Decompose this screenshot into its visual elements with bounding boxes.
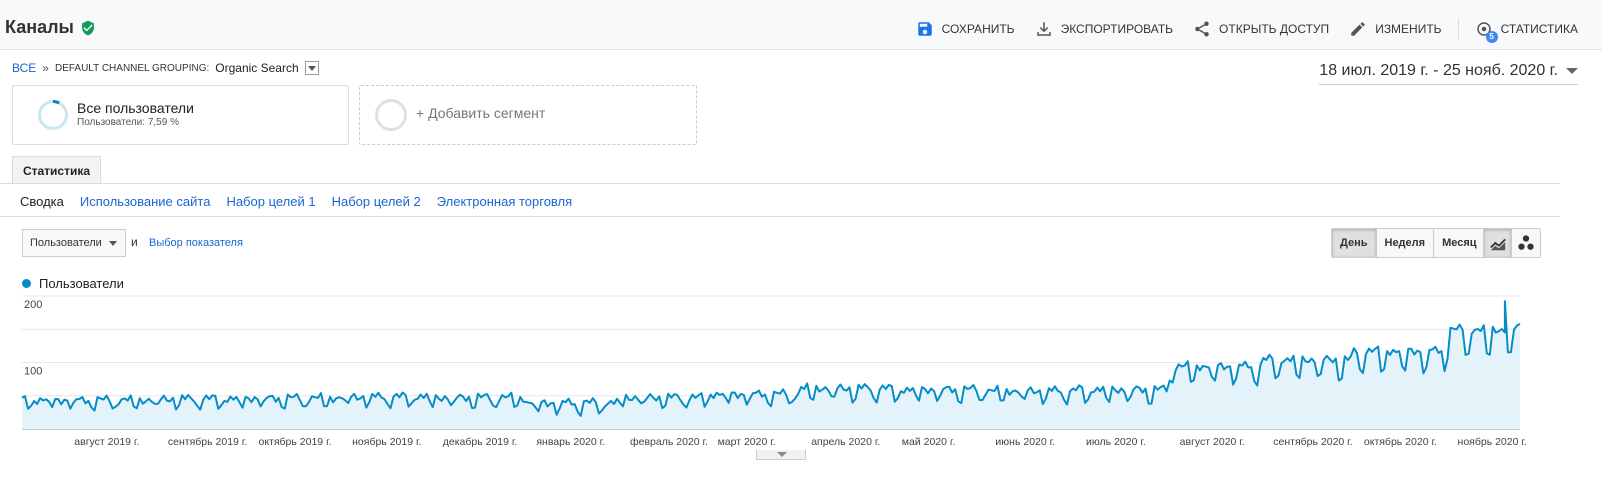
export-button[interactable]: ЭКСПОРТИРОВАТЬ bbox=[1035, 20, 1173, 38]
segment-ring-icon bbox=[38, 100, 68, 130]
segment-subtitle: Пользователи: 7,59 % bbox=[77, 117, 179, 128]
explorer-subnav: Сводка Использование сайта Набор целей 1… bbox=[20, 194, 572, 209]
subnav-ecommerce[interactable]: Электронная торговля bbox=[437, 194, 572, 209]
breadcrumb-grouping-key: DEFAULT CHANNEL GROUPING: bbox=[54, 62, 210, 74]
subnav-site-usage[interactable]: Использование сайта bbox=[80, 194, 211, 209]
users-area-chart: 100 200 август 2019 г. сентябрь 2019 г. октя… bbox=[21, 295, 1527, 448]
choose-metric-link[interactable]: Выбор показателя bbox=[149, 237, 243, 249]
subnav-divider bbox=[0, 216, 1560, 217]
tab-divider bbox=[0, 183, 1560, 184]
chart-view-toggle bbox=[1483, 228, 1541, 258]
subnav-summary[interactable]: Сводка bbox=[20, 194, 64, 209]
insights-label: СТАТИСТИКА bbox=[1500, 22, 1578, 36]
segment-title: Все пользователи bbox=[77, 100, 194, 116]
bubble-chart-icon bbox=[1518, 235, 1534, 250]
segment-placeholder-ring bbox=[375, 99, 407, 131]
report-actions: СОХРАНИТЬ ЭКСПОРТИРОВАТЬ ОТКРЫТЬ ДОСТУП … bbox=[896, 18, 1578, 43]
page-title-text: Каналы bbox=[5, 17, 74, 37]
x-tick-label: сентябрь 2019 г. bbox=[168, 436, 247, 448]
x-tick-label: март 2020 г. bbox=[718, 436, 776, 448]
insights-icon: 5 bbox=[1475, 20, 1498, 43]
tab-statistics[interactable]: Статистика bbox=[12, 156, 101, 184]
x-tick-label: ноябрь 2019 г. bbox=[352, 436, 421, 448]
share-icon bbox=[1195, 21, 1209, 37]
save-button[interactable]: СОХРАНИТЬ bbox=[916, 20, 1015, 38]
save-label: СОХРАНИТЬ bbox=[941, 22, 1015, 36]
top-bar: Каналы СОХРАНИТЬ ЭКСПОРТИРОВАТЬ ОТКРЫТЬ … bbox=[0, 0, 1602, 50]
edit-label: ИЗМЕНИТЬ bbox=[1375, 22, 1442, 36]
subnav-goal-set-2[interactable]: Набор целей 2 bbox=[332, 194, 421, 209]
breadcrumb-separator: » bbox=[42, 61, 49, 75]
export-label: ЭКСПОРТИРОВАТЬ bbox=[1060, 22, 1174, 36]
x-tick-label: октябрь 2020 г. bbox=[1364, 436, 1437, 448]
grouping-dropdown-button[interactable] bbox=[304, 61, 319, 75]
x-tick-label: август 2020 г. bbox=[1180, 436, 1245, 448]
x-tick-label: ноябрь 2020 г. bbox=[1458, 436, 1527, 448]
x-tick-label: октябрь 2019 г. bbox=[259, 436, 332, 448]
date-range-picker[interactable]: 18 июл. 2019 г. - 25 нояб. 2020 г. bbox=[1319, 62, 1578, 85]
motion-chart-view-button[interactable] bbox=[1512, 229, 1540, 257]
x-tick-label: февраль 2020 г. bbox=[630, 436, 708, 448]
x-tick-label: август 2019 г. bbox=[74, 436, 139, 448]
line-chart-view-button[interactable] bbox=[1484, 229, 1512, 257]
insights-button[interactable]: 5 СТАТИСТИКА bbox=[1475, 20, 1578, 43]
pencil-icon bbox=[1351, 22, 1365, 36]
add-segment-label: + Добавить сегмент bbox=[416, 105, 546, 121]
chevron-down-icon bbox=[1566, 68, 1578, 74]
insights-badge: 5 bbox=[1485, 31, 1498, 43]
period-week-button[interactable]: Неделя bbox=[1375, 229, 1434, 257]
verified-shield-icon bbox=[81, 20, 94, 35]
x-tick-label: июль 2020 г. bbox=[1086, 436, 1146, 448]
actions-divider bbox=[1457, 18, 1459, 40]
chart-resize-handle[interactable] bbox=[756, 450, 806, 460]
period-toggle: День Неделя Месяц bbox=[1331, 228, 1486, 258]
share-label: ОТКРЫТЬ ДОСТУП bbox=[1219, 22, 1330, 36]
breadcrumb-grouping-value: Organic Search bbox=[215, 61, 299, 75]
subnav-goal-set-1[interactable]: Набор целей 1 bbox=[226, 194, 315, 209]
x-tick-label: сентябрь 2020 г. bbox=[1273, 436, 1352, 448]
y-tick-label: 100 bbox=[24, 366, 42, 378]
page-title: Каналы bbox=[5, 17, 96, 38]
metric-select[interactable]: Пользователи bbox=[22, 229, 126, 257]
segment-all-users[interactable]: Все пользователи Пользователи: 7,59 % bbox=[12, 85, 349, 145]
x-tick-label: май 2020 г. bbox=[902, 436, 956, 448]
edit-button[interactable]: ИЗМЕНИТЬ bbox=[1349, 20, 1442, 38]
period-month-button[interactable]: Месяц bbox=[1433, 229, 1485, 257]
x-tick-label: апрель 2020 г. bbox=[811, 436, 880, 448]
x-tick-label: январь 2020 г. bbox=[536, 436, 605, 448]
share-button[interactable]: ОТКРЫТЬ ДОСТУП bbox=[1193, 20, 1329, 38]
date-range-text: 18 июл. 2019 г. - 25 нояб. 2020 г. bbox=[1319, 62, 1558, 79]
line-chart-icon bbox=[1489, 238, 1506, 251]
breadcrumb: ВСЕ » DEFAULT CHANNEL GROUPING: Organic … bbox=[12, 61, 319, 75]
period-day-button[interactable]: День bbox=[1332, 229, 1376, 257]
download-icon bbox=[1036, 22, 1051, 36]
x-tick-label: июнь 2020 г. bbox=[995, 436, 1055, 448]
y-tick-label: 200 bbox=[24, 299, 42, 311]
save-icon bbox=[917, 22, 932, 36]
x-tick-label: декабрь 2019 г. bbox=[443, 436, 518, 448]
and-text: и bbox=[131, 235, 138, 249]
breadcrumb-all-link[interactable]: ВСЕ bbox=[12, 61, 36, 75]
add-segment-button[interactable]: + Добавить сегмент bbox=[359, 85, 697, 145]
